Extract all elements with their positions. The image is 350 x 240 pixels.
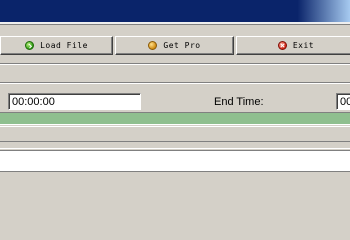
get-pro-button[interactable]: Get Pro <box>115 36 234 55</box>
divider-highlight <box>0 83 350 84</box>
divider-highlight <box>0 64 350 65</box>
end-time-field[interactable]: 00 <box>336 93 350 110</box>
status-strip <box>0 141 350 149</box>
orange-coin-icon <box>148 41 158 50</box>
exit-button[interactable]: Exit <box>236 36 350 55</box>
progress-fill <box>0 113 350 124</box>
title-bar-divider <box>0 24 350 25</box>
load-file-button[interactable]: Load File <box>0 36 113 55</box>
title-bar[interactable] <box>0 0 350 22</box>
get-pro-label: Get Pro <box>163 41 201 50</box>
exit-label: Exit <box>292 41 315 50</box>
end-time-label: End Time: <box>214 96 264 108</box>
progress-bar <box>0 112 350 125</box>
red-x-icon <box>277 41 287 50</box>
divider <box>0 171 350 172</box>
output-panel <box>0 150 350 171</box>
load-file-label: Load File <box>40 41 88 50</box>
green-check-icon <box>25 41 35 50</box>
start-time-field[interactable]: 00:00:00 <box>8 93 141 110</box>
divider-highlight <box>0 126 350 127</box>
